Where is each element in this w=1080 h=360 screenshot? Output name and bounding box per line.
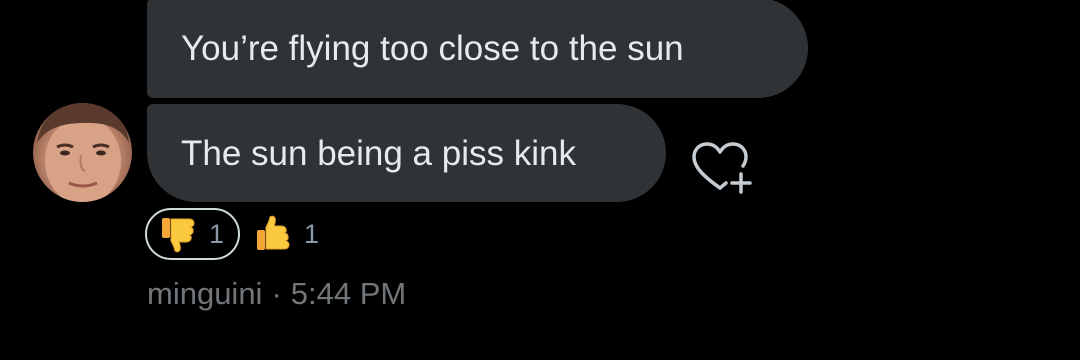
message-text: You’re flying too close to the sun (181, 28, 684, 68)
avatar[interactable] (33, 103, 132, 202)
reaction-thumbs-down[interactable]: 1 (145, 208, 240, 260)
message-bubble[interactable]: The sun being a piss kink (147, 104, 666, 202)
heart-plus-icon (692, 142, 752, 194)
thumbs-down-icon (162, 218, 195, 253)
thumbs-up-icon (257, 215, 290, 250)
reaction-count: 1 (304, 218, 320, 249)
message-meta: minguini · 5:44 PM (147, 276, 406, 312)
meta-separator: · (271, 276, 282, 311)
reaction-count: 1 (209, 218, 225, 249)
message-text: The sun being a piss kink (181, 133, 576, 173)
sender-name[interactable]: minguini (147, 276, 262, 311)
avatar-face (37, 103, 129, 202)
message-bubble[interactable]: You’re flying too close to the sun (147, 0, 808, 98)
message-timestamp: 5:44 PM (290, 276, 407, 311)
reaction-bar: 1 1 (145, 207, 325, 261)
dm-conversation: You’re flying too close to the sun The s… (0, 0, 1080, 360)
reaction-thumbs-up[interactable]: 1 (248, 209, 325, 259)
add-reaction-button[interactable] (688, 138, 758, 198)
